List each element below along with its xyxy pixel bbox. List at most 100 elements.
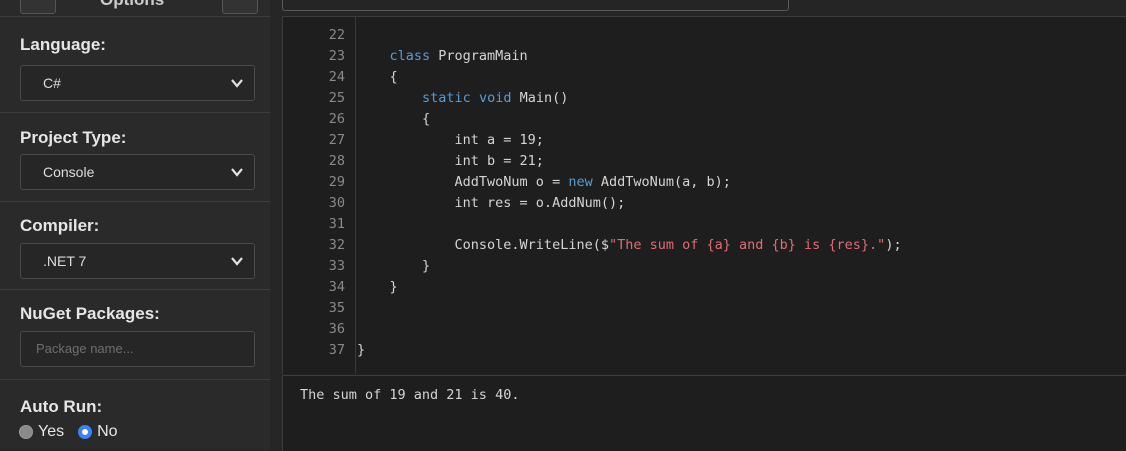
code-token: } <box>357 342 366 358</box>
code-text: int res = o.AddNum(); <box>357 193 626 214</box>
chevron-down-icon <box>231 257 243 266</box>
code-text: } <box>357 340 365 361</box>
auto-run-options: Yes No <box>19 423 132 441</box>
line-number: 26 <box>328 111 345 127</box>
line-number: 23 <box>328 48 345 64</box>
code-token: Main() <box>511 90 569 106</box>
line-number: 32 <box>328 237 345 253</box>
language-section: Language: C# <box>0 17 270 113</box>
code-editor[interactable]: 22 23 class ProgramMain 24 {25 static void… <box>282 16 1126 374</box>
code-text: { <box>357 109 430 130</box>
keyword-token: class <box>389 48 431 64</box>
auto-run-no-label: No <box>97 423 118 440</box>
code-line[interactable]: 22 <box>283 25 1126 46</box>
auto-run-label: Auto Run: <box>20 397 103 416</box>
code-line[interactable]: 28 int b = 21; <box>283 151 1126 172</box>
code-line[interactable]: 31 <box>283 214 1126 235</box>
code-line[interactable]: 27 int a = 19; <box>283 130 1126 151</box>
code-text: } <box>357 256 430 277</box>
code-line[interactable]: 29 AddTwoNum o = new AddTwoNum(a, b); <box>283 172 1126 193</box>
line-number: 31 <box>328 216 345 232</box>
collapse-right-button[interactable] <box>222 0 258 14</box>
panel-divider[interactable] <box>270 0 282 450</box>
project-type-label: Project Type: <box>20 128 127 147</box>
line-number: 22 <box>328 27 345 43</box>
language-value: C# <box>43 75 61 91</box>
line-number: 29 <box>328 174 345 190</box>
code-text: } <box>357 277 398 298</box>
code-line[interactable]: 26 { <box>283 109 1126 130</box>
keyword-token: static <box>422 90 471 106</box>
collapse-left-button[interactable] <box>20 0 56 14</box>
code-token: int res = o.AddNum(); <box>357 195 626 211</box>
code-token: AddTwoNum(a, b); <box>592 174 731 190</box>
line-number: 24 <box>328 69 345 85</box>
code-line[interactable]: 25 static void Main() <box>283 88 1126 109</box>
code-text: class ProgramMain <box>357 46 528 67</box>
code-token: } <box>357 258 431 274</box>
project-type-select[interactable]: Console <box>20 154 255 190</box>
line-number: 27 <box>328 132 345 148</box>
code-token: int a = 19; <box>357 132 544 148</box>
compiler-value: .NET 7 <box>43 253 87 269</box>
line-number: 30 <box>328 195 345 211</box>
code-token: } <box>357 279 398 295</box>
code-text: int a = 19; <box>357 130 544 151</box>
line-number: 34 <box>328 279 345 295</box>
compiler-section: Compiler: .NET 7 <box>0 202 270 290</box>
code-token: AddTwoNum o = <box>357 174 569 190</box>
output-panel: The sum of 19 and 21 is 40. <box>282 375 1126 451</box>
code-text: { <box>357 67 398 88</box>
nuget-label: NuGet Packages: <box>20 304 160 323</box>
auto-run-yes-label: Yes <box>38 423 65 440</box>
line-number: 36 <box>328 321 345 337</box>
code-line[interactable]: 24 { <box>283 67 1126 88</box>
chevron-down-icon <box>231 79 243 88</box>
editor-top-strip <box>282 0 1126 16</box>
code-token: { <box>357 69 398 85</box>
line-number: 28 <box>328 153 345 169</box>
code-text: Console.WriteLine($"The sum of {a} and {… <box>357 235 902 256</box>
line-number: 33 <box>328 258 345 274</box>
project-type-section: Project Type: Console <box>0 113 270 202</box>
options-title: Options <box>100 0 164 10</box>
code-line[interactable]: 23 class ProgramMain <box>283 46 1126 67</box>
output-text: The sum of 19 and 21 is 40. <box>300 387 520 403</box>
code-token: Console.WriteLine($ <box>357 237 609 253</box>
code-line[interactable]: 30 int res = o.AddNum(); <box>283 193 1126 214</box>
code-line[interactable]: 33 } <box>283 256 1126 277</box>
code-line[interactable]: 35 <box>283 298 1126 319</box>
code-token: ); <box>885 237 902 253</box>
line-number: 25 <box>328 90 345 106</box>
code-line[interactable]: 32 Console.WriteLine($"The sum of {a} an… <box>283 235 1126 256</box>
options-header: Options <box>0 0 270 17</box>
string-token: "The sum of {a} and {b} is {res}." <box>608 237 886 253</box>
compiler-select[interactable]: .NET 7 <box>20 243 255 279</box>
chevron-down-icon <box>231 168 243 177</box>
code-text: int b = 21; <box>357 151 544 172</box>
keyword-token: void <box>478 90 512 106</box>
compiler-label: Compiler: <box>20 216 100 235</box>
code-line[interactable]: 37} <box>283 340 1126 361</box>
editor-tab[interactable] <box>282 0 789 11</box>
nuget-section: NuGet Packages: Package name... <box>0 290 270 380</box>
keyword-token: new <box>568 174 593 190</box>
project-type-value: Console <box>43 164 95 180</box>
auto-run-yes-radio[interactable] <box>19 425 33 439</box>
auto-run-no-radio[interactable] <box>78 425 93 439</box>
nuget-package-input[interactable]: Package name... <box>20 331 255 367</box>
language-label: Language: <box>20 35 106 54</box>
options-sidebar: Options Language: C# Project Type: Conso… <box>0 0 271 450</box>
language-select[interactable]: C# <box>20 65 255 101</box>
code-token: ProgramMain <box>430 48 528 64</box>
code-token: int b = 21; <box>357 153 544 169</box>
code-text: AddTwoNum o = new AddTwoNum(a, b); <box>357 172 731 193</box>
code-text: static void Main() <box>357 88 568 109</box>
line-number: 37 <box>328 342 345 358</box>
line-number: 35 <box>328 300 345 316</box>
code-line[interactable]: 36 <box>283 319 1126 340</box>
code-line[interactable]: 34 } <box>283 277 1126 298</box>
